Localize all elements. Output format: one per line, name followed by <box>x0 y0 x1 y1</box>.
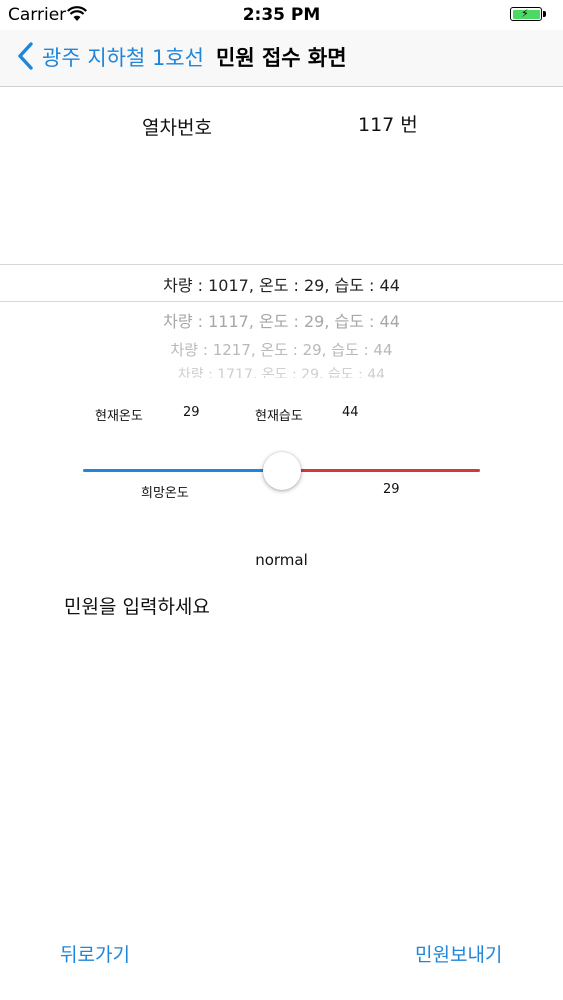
battery-tip <box>543 11 546 17</box>
page-title: 민원 접수 화면 <box>216 46 347 70</box>
picker-row[interactable]: 차량 : 1717, 온도 : 29, 습도 : 44 <box>0 364 563 378</box>
train-number-label: 열차번호 <box>142 117 212 139</box>
train-number-value: 117 번 <box>358 114 418 136</box>
temperature-slider-thumb[interactable] <box>262 452 301 490</box>
send-complaint-button[interactable]: 민원보내기 <box>415 940 502 967</box>
current-humidity-label: 현재습도 <box>255 409 303 424</box>
desired-temp-value: 29 <box>383 482 400 497</box>
chevron-left-icon[interactable] <box>14 40 36 72</box>
desired-temp-label: 희망온도 <box>141 486 189 501</box>
current-temp-label: 현재온도 <box>95 409 143 424</box>
picker-selection-bottom-line <box>0 301 563 302</box>
picker-selection-top-line <box>0 264 563 265</box>
charging-bolt-icon: ⚡ <box>521 7 529 20</box>
mode-status: normal <box>255 551 308 569</box>
current-temp-value: 29 <box>183 405 200 420</box>
complaint-input[interactable]: 민원을 입력하세요 <box>64 592 504 892</box>
current-humidity-value: 44 <box>342 405 359 420</box>
picker-row[interactable]: 차량 : 1117, 온도 : 29, 습도 : 44 <box>0 308 563 332</box>
back-button[interactable]: 뒤로가기 <box>60 940 130 967</box>
nav-back-button[interactable]: 광주 지하철 1호선 <box>42 42 204 72</box>
picker-row-selected[interactable]: 차량 : 1017, 온도 : 29, 습도 : 44 <box>0 272 563 296</box>
picker-row[interactable]: 차량 : 1217, 온도 : 29, 습도 : 44 <box>0 339 563 360</box>
slider-track-min[interactable] <box>83 469 282 472</box>
status-time: 2:35 PM <box>242 5 321 25</box>
slider-track-max[interactable] <box>281 469 480 472</box>
